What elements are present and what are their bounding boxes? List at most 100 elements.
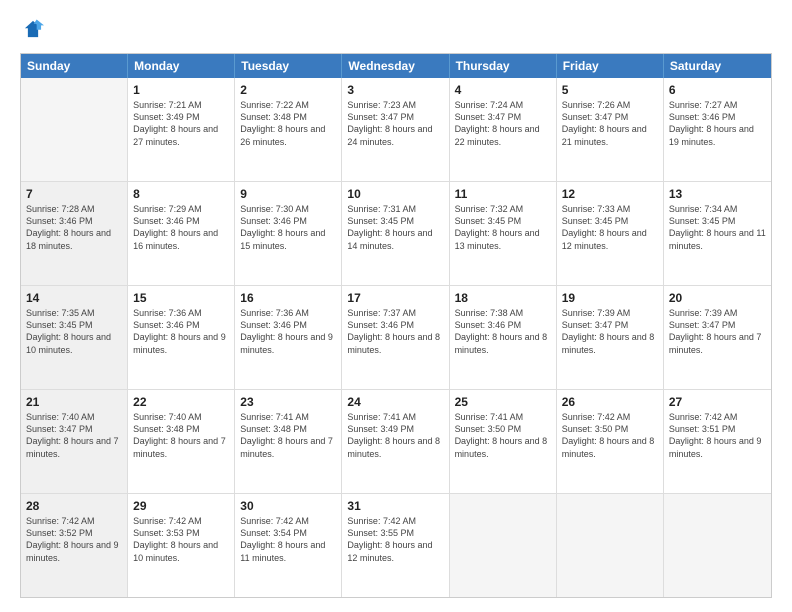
logo	[20, 18, 44, 45]
day-header-friday: Friday	[557, 54, 664, 78]
calendar-cell: 23Sunrise: 7:41 AM Sunset: 3:48 PM Dayli…	[235, 390, 342, 493]
calendar-cell: 21Sunrise: 7:40 AM Sunset: 3:47 PM Dayli…	[21, 390, 128, 493]
date-number: 13	[669, 186, 766, 202]
date-number: 6	[669, 82, 766, 98]
cell-info: Sunrise: 7:37 AM Sunset: 3:46 PM Dayligh…	[347, 307, 443, 356]
cell-info: Sunrise: 7:34 AM Sunset: 3:45 PM Dayligh…	[669, 203, 766, 252]
day-header-sunday: Sunday	[21, 54, 128, 78]
logo-icon	[22, 18, 44, 40]
calendar-cell: 3Sunrise: 7:23 AM Sunset: 3:47 PM Daylig…	[342, 78, 449, 181]
cell-info: Sunrise: 7:41 AM Sunset: 3:48 PM Dayligh…	[240, 411, 336, 460]
date-number: 3	[347, 82, 443, 98]
cell-info: Sunrise: 7:42 AM Sunset: 3:54 PM Dayligh…	[240, 515, 336, 564]
day-header-wednesday: Wednesday	[342, 54, 449, 78]
calendar: SundayMondayTuesdayWednesdayThursdayFrid…	[20, 53, 772, 598]
calendar-cell: 31Sunrise: 7:42 AM Sunset: 3:55 PM Dayli…	[342, 494, 449, 597]
date-number: 17	[347, 290, 443, 306]
cell-info: Sunrise: 7:32 AM Sunset: 3:45 PM Dayligh…	[455, 203, 551, 252]
cell-info: Sunrise: 7:35 AM Sunset: 3:45 PM Dayligh…	[26, 307, 122, 356]
calendar-row-1: 7Sunrise: 7:28 AM Sunset: 3:46 PM Daylig…	[21, 181, 771, 285]
calendar-cell: 20Sunrise: 7:39 AM Sunset: 3:47 PM Dayli…	[664, 286, 771, 389]
cell-info: Sunrise: 7:39 AM Sunset: 3:47 PM Dayligh…	[562, 307, 658, 356]
cell-info: Sunrise: 7:40 AM Sunset: 3:48 PM Dayligh…	[133, 411, 229, 460]
calendar-cell: 11Sunrise: 7:32 AM Sunset: 3:45 PM Dayli…	[450, 182, 557, 285]
date-number: 8	[133, 186, 229, 202]
header	[20, 18, 772, 45]
cell-info: Sunrise: 7:28 AM Sunset: 3:46 PM Dayligh…	[26, 203, 122, 252]
cell-info: Sunrise: 7:41 AM Sunset: 3:49 PM Dayligh…	[347, 411, 443, 460]
date-number: 26	[562, 394, 658, 410]
calendar-header: SundayMondayTuesdayWednesdayThursdayFrid…	[21, 54, 771, 78]
cell-info: Sunrise: 7:42 AM Sunset: 3:50 PM Dayligh…	[562, 411, 658, 460]
calendar-cell: 22Sunrise: 7:40 AM Sunset: 3:48 PM Dayli…	[128, 390, 235, 493]
calendar-cell: 5Sunrise: 7:26 AM Sunset: 3:47 PM Daylig…	[557, 78, 664, 181]
calendar-cell	[21, 78, 128, 181]
cell-info: Sunrise: 7:41 AM Sunset: 3:50 PM Dayligh…	[455, 411, 551, 460]
calendar-cell: 18Sunrise: 7:38 AM Sunset: 3:46 PM Dayli…	[450, 286, 557, 389]
calendar-cell: 15Sunrise: 7:36 AM Sunset: 3:46 PM Dayli…	[128, 286, 235, 389]
calendar-cell: 30Sunrise: 7:42 AM Sunset: 3:54 PM Dayli…	[235, 494, 342, 597]
cell-info: Sunrise: 7:42 AM Sunset: 3:52 PM Dayligh…	[26, 515, 122, 564]
cell-info: Sunrise: 7:38 AM Sunset: 3:46 PM Dayligh…	[455, 307, 551, 356]
cell-info: Sunrise: 7:23 AM Sunset: 3:47 PM Dayligh…	[347, 99, 443, 148]
day-header-monday: Monday	[128, 54, 235, 78]
date-number: 30	[240, 498, 336, 514]
date-number: 18	[455, 290, 551, 306]
page: SundayMondayTuesdayWednesdayThursdayFrid…	[0, 0, 792, 612]
date-number: 4	[455, 82, 551, 98]
date-number: 21	[26, 394, 122, 410]
date-number: 16	[240, 290, 336, 306]
day-header-tuesday: Tuesday	[235, 54, 342, 78]
calendar-cell: 26Sunrise: 7:42 AM Sunset: 3:50 PM Dayli…	[557, 390, 664, 493]
cell-info: Sunrise: 7:24 AM Sunset: 3:47 PM Dayligh…	[455, 99, 551, 148]
calendar-cell: 1Sunrise: 7:21 AM Sunset: 3:49 PM Daylig…	[128, 78, 235, 181]
date-number: 10	[347, 186, 443, 202]
date-number: 7	[26, 186, 122, 202]
calendar-row-0: 1Sunrise: 7:21 AM Sunset: 3:49 PM Daylig…	[21, 78, 771, 181]
date-number: 19	[562, 290, 658, 306]
cell-info: Sunrise: 7:40 AM Sunset: 3:47 PM Dayligh…	[26, 411, 122, 460]
cell-info: Sunrise: 7:39 AM Sunset: 3:47 PM Dayligh…	[669, 307, 766, 356]
calendar-cell: 7Sunrise: 7:28 AM Sunset: 3:46 PM Daylig…	[21, 182, 128, 285]
cell-info: Sunrise: 7:30 AM Sunset: 3:46 PM Dayligh…	[240, 203, 336, 252]
calendar-cell	[664, 494, 771, 597]
calendar-cell: 13Sunrise: 7:34 AM Sunset: 3:45 PM Dayli…	[664, 182, 771, 285]
cell-info: Sunrise: 7:27 AM Sunset: 3:46 PM Dayligh…	[669, 99, 766, 148]
calendar-cell: 19Sunrise: 7:39 AM Sunset: 3:47 PM Dayli…	[557, 286, 664, 389]
calendar-cell: 6Sunrise: 7:27 AM Sunset: 3:46 PM Daylig…	[664, 78, 771, 181]
calendar-cell: 25Sunrise: 7:41 AM Sunset: 3:50 PM Dayli…	[450, 390, 557, 493]
calendar-cell: 24Sunrise: 7:41 AM Sunset: 3:49 PM Dayli…	[342, 390, 449, 493]
date-number: 24	[347, 394, 443, 410]
calendar-row-3: 21Sunrise: 7:40 AM Sunset: 3:47 PM Dayli…	[21, 389, 771, 493]
cell-info: Sunrise: 7:22 AM Sunset: 3:48 PM Dayligh…	[240, 99, 336, 148]
date-number: 9	[240, 186, 336, 202]
day-header-thursday: Thursday	[450, 54, 557, 78]
calendar-cell: 17Sunrise: 7:37 AM Sunset: 3:46 PM Dayli…	[342, 286, 449, 389]
calendar-cell: 29Sunrise: 7:42 AM Sunset: 3:53 PM Dayli…	[128, 494, 235, 597]
date-number: 15	[133, 290, 229, 306]
calendar-cell: 27Sunrise: 7:42 AM Sunset: 3:51 PM Dayli…	[664, 390, 771, 493]
cell-info: Sunrise: 7:42 AM Sunset: 3:55 PM Dayligh…	[347, 515, 443, 564]
calendar-row-2: 14Sunrise: 7:35 AM Sunset: 3:45 PM Dayli…	[21, 285, 771, 389]
calendar-body: 1Sunrise: 7:21 AM Sunset: 3:49 PM Daylig…	[21, 78, 771, 597]
calendar-cell: 4Sunrise: 7:24 AM Sunset: 3:47 PM Daylig…	[450, 78, 557, 181]
date-number: 12	[562, 186, 658, 202]
date-number: 23	[240, 394, 336, 410]
cell-info: Sunrise: 7:29 AM Sunset: 3:46 PM Dayligh…	[133, 203, 229, 252]
calendar-cell: 8Sunrise: 7:29 AM Sunset: 3:46 PM Daylig…	[128, 182, 235, 285]
calendar-cell: 16Sunrise: 7:36 AM Sunset: 3:46 PM Dayli…	[235, 286, 342, 389]
date-number: 29	[133, 498, 229, 514]
cell-info: Sunrise: 7:36 AM Sunset: 3:46 PM Dayligh…	[133, 307, 229, 356]
cell-info: Sunrise: 7:26 AM Sunset: 3:47 PM Dayligh…	[562, 99, 658, 148]
cell-info: Sunrise: 7:33 AM Sunset: 3:45 PM Dayligh…	[562, 203, 658, 252]
date-number: 28	[26, 498, 122, 514]
calendar-cell: 14Sunrise: 7:35 AM Sunset: 3:45 PM Dayli…	[21, 286, 128, 389]
day-header-saturday: Saturday	[664, 54, 771, 78]
calendar-row-4: 28Sunrise: 7:42 AM Sunset: 3:52 PM Dayli…	[21, 493, 771, 597]
calendar-cell	[450, 494, 557, 597]
date-number: 27	[669, 394, 766, 410]
calendar-cell: 9Sunrise: 7:30 AM Sunset: 3:46 PM Daylig…	[235, 182, 342, 285]
calendar-cell: 28Sunrise: 7:42 AM Sunset: 3:52 PM Dayli…	[21, 494, 128, 597]
date-number: 2	[240, 82, 336, 98]
cell-info: Sunrise: 7:42 AM Sunset: 3:53 PM Dayligh…	[133, 515, 229, 564]
